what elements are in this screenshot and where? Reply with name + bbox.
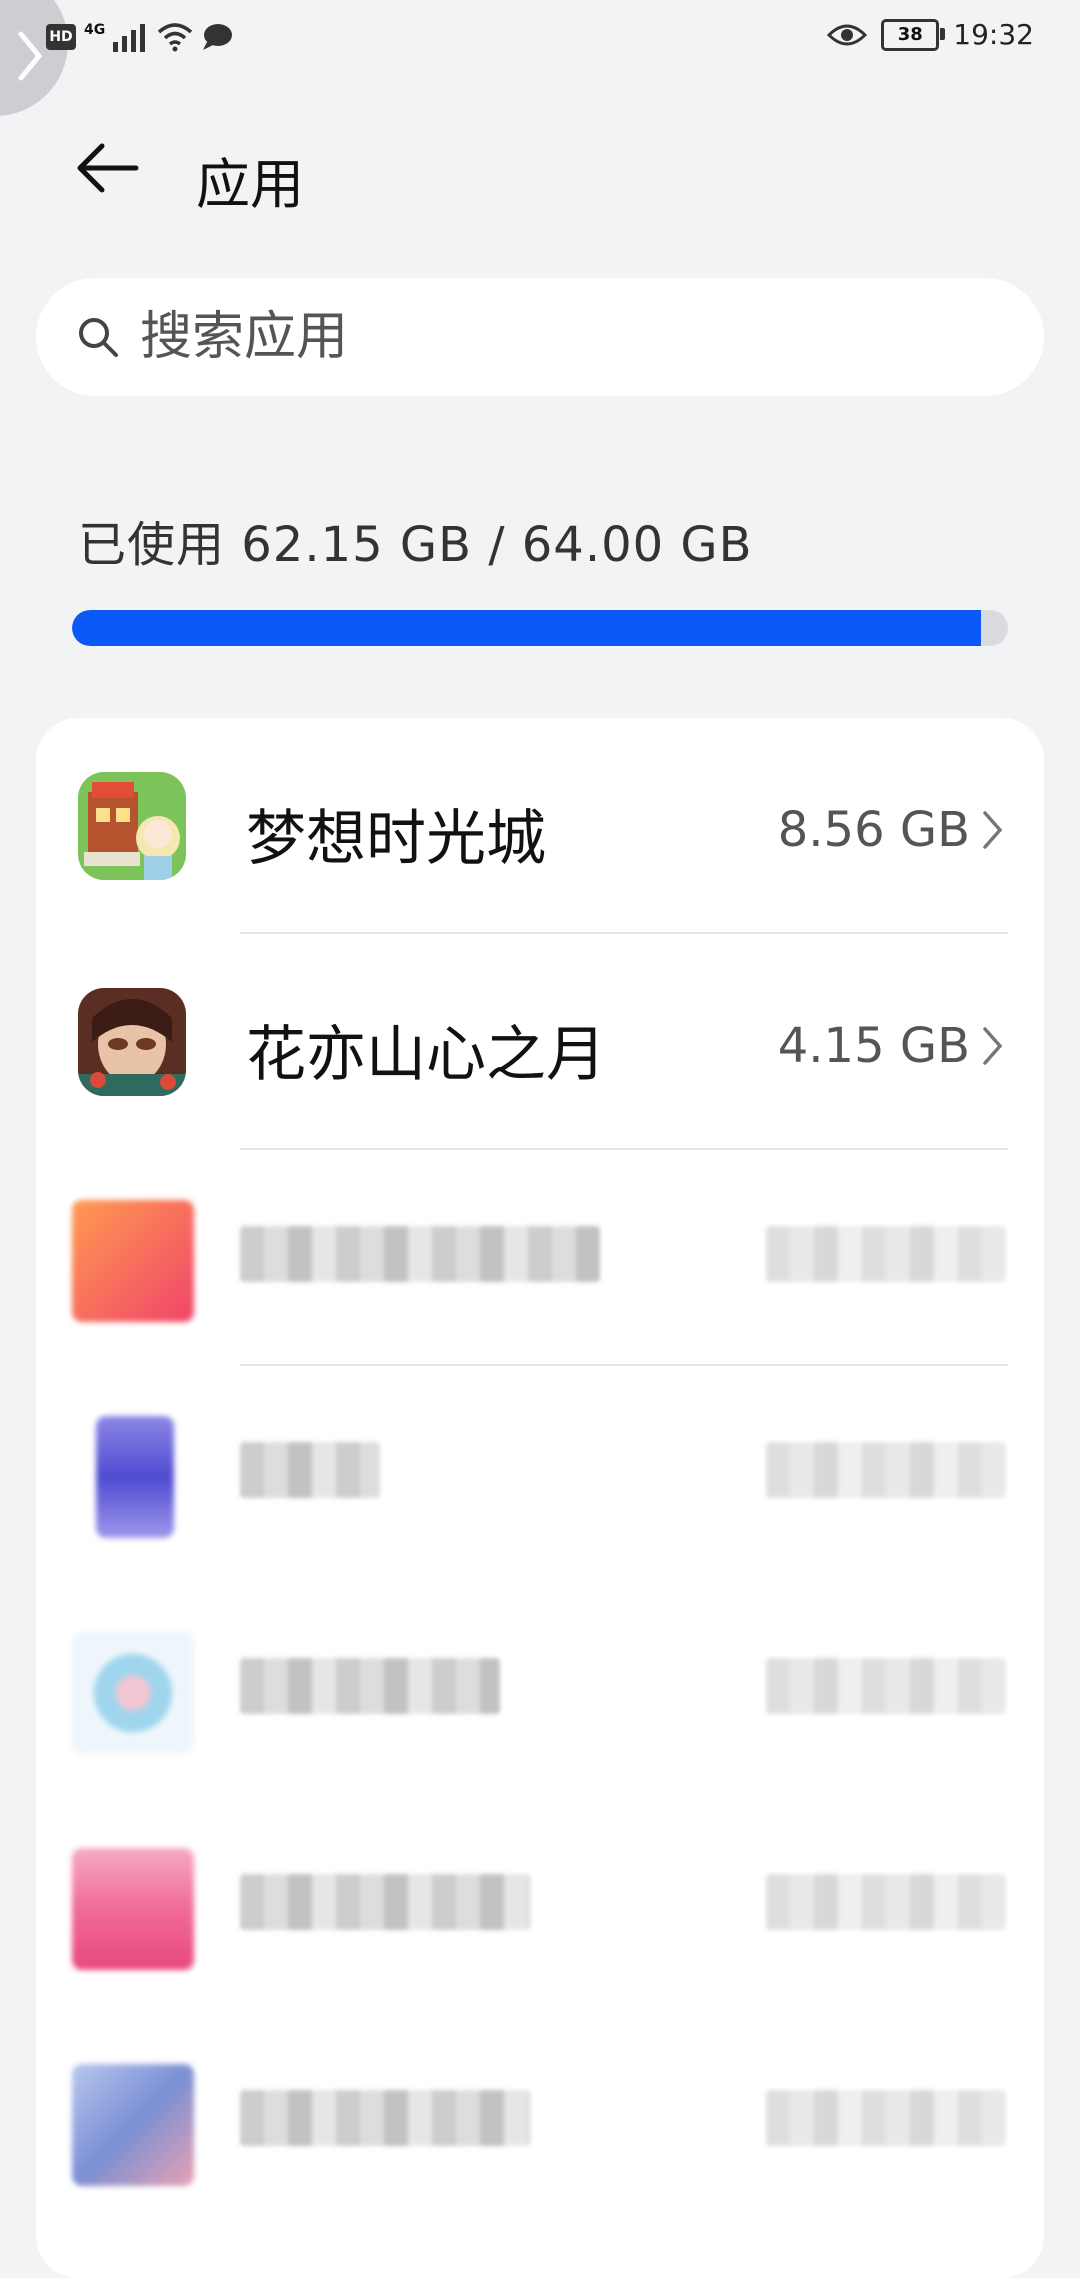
list-item-blurred[interactable] [36,1798,1044,2014]
app-name: 花亦山心之月 [246,1020,606,1090]
app-icon [72,1200,194,1322]
app-icon [72,1632,194,1754]
eye-icon [827,24,868,45]
hd-badge: HD [46,24,76,50]
app-size: 4.15 GB [777,1018,970,1074]
list-item-blurred[interactable] [36,1150,1044,1366]
app-header: 应用 [0,130,1080,216]
page-title: 应用 [196,153,304,216]
list-item-blurred[interactable] [36,1366,1044,1582]
search-icon [79,318,118,357]
list-item-app[interactable]: 花亦山心之月 4.15 GB [36,934,1044,1150]
wifi-icon [158,23,193,52]
storage-progress-fill [72,610,981,646]
signal-icon [113,24,146,52]
chevron-right-icon [983,1027,1003,1065]
blurred-name [240,1442,380,1498]
app-size: 8.56 GB [777,802,970,858]
app-icon [78,988,186,1096]
blurred-size [766,1658,1006,1714]
app-name: 梦想时光城 [246,804,546,874]
blurred-size [766,1442,1006,1498]
blurred-name [240,2090,530,2146]
list-item-app[interactable]: 梦想时光城 8.56 GB [36,718,1044,934]
chevron-right-icon [983,811,1003,849]
list-item-blurred[interactable] [36,1582,1044,1798]
side-panel-handle[interactable] [0,0,68,116]
search-input[interactable] [138,306,962,368]
app-list: 梦想时光城 8.56 GB 花亦山心之月 4.15 GB [36,718,1044,2278]
list-item-blurred[interactable] [36,2014,1044,2230]
network-type: 4G [84,22,106,38]
back-button[interactable] [72,138,142,198]
battery-level: 38 [897,24,923,45]
app-icon [96,1416,174,1538]
clock: 19:32 [953,18,1034,51]
storage-usage-text: 已使用 62.15 GB / 64.00 GB [78,517,753,573]
blurred-size [766,1226,1006,1282]
blurred-size [766,2090,1006,2146]
status-bar: HD 4G 38 19:32 [0,0,1080,116]
chevron-right-icon [18,31,43,81]
app-icon [72,2064,194,2186]
status-left: HD 4G [46,22,233,52]
blurred-name [240,1658,500,1714]
blurred-name [240,1874,530,1930]
app-icon [72,1848,194,1970]
blurred-size [766,1874,1006,1930]
status-right: 38 19:32 [827,18,1034,51]
app-icon [78,772,186,880]
blurred-name [240,1226,600,1282]
storage-progress-bar [72,610,1008,646]
arrow-left-icon [77,143,139,193]
battery-indicator: 38 [881,18,946,51]
search-bar[interactable] [36,278,1044,396]
message-icon [203,24,233,50]
